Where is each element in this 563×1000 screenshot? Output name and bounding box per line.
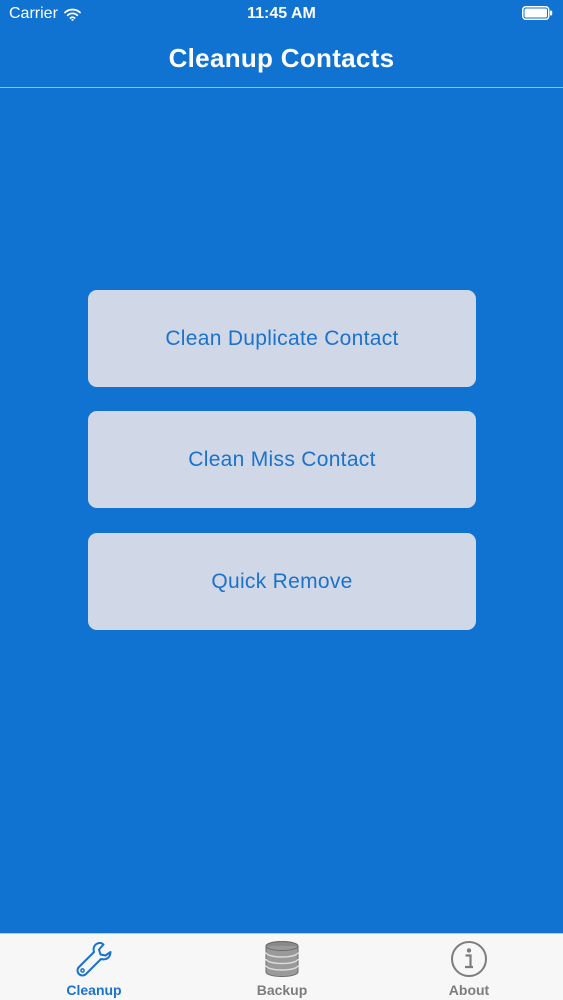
navigation-bar: Cleanup Contacts (0, 30, 563, 88)
wrench-icon (74, 939, 114, 979)
status-time: 11:45 AM (247, 5, 316, 22)
database-icon (264, 939, 300, 979)
clean-duplicate-contact-button[interactable]: Clean Duplicate Contact (88, 290, 476, 387)
tab-backup[interactable]: Backup (188, 934, 376, 1000)
quick-remove-button[interactable]: Quick Remove (88, 533, 476, 630)
clean-miss-contact-button[interactable]: Clean Miss Contact (88, 411, 476, 508)
status-bar: Carrier 11:45 AM (0, 0, 563, 30)
tab-cleanup[interactable]: Cleanup (0, 934, 188, 1000)
tab-about[interactable]: About (375, 934, 563, 1000)
tab-label-about: About (448, 982, 490, 998)
page-title: Cleanup Contacts (168, 43, 395, 73)
tab-label-backup: Backup (256, 982, 308, 998)
tab-bar: Cleanup Backup About (0, 933, 563, 1000)
info-icon (450, 939, 488, 979)
tab-label-cleanup: Cleanup (66, 982, 122, 998)
battery-icon (522, 6, 553, 20)
